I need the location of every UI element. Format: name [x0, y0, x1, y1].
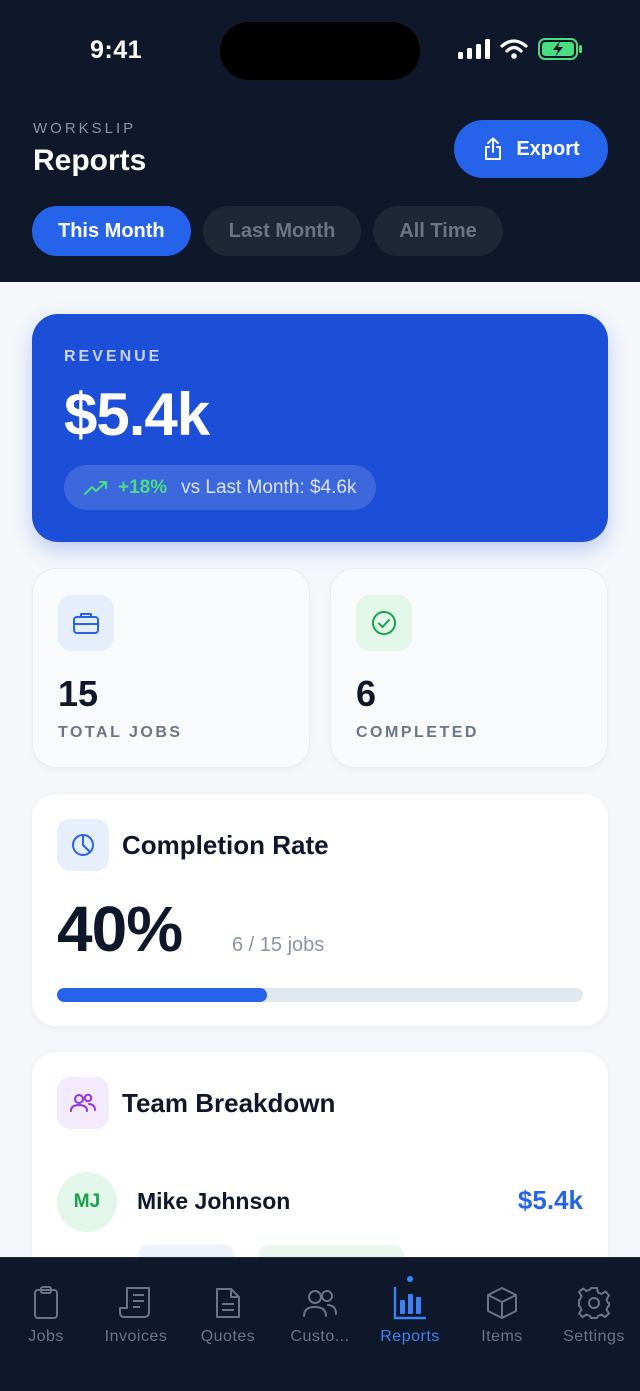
dynamic-island	[220, 22, 420, 80]
status-bar: 9:41	[0, 0, 640, 100]
revenue-change-badge: +18% vs Last Month: $4.6k	[64, 465, 377, 510]
tab-label: Quotes	[200, 1328, 256, 1345]
total-jobs-value: 15	[58, 673, 99, 714]
member-name: Mike Johnson	[137, 1188, 291, 1214]
completed-value: 6	[356, 673, 377, 714]
completed-card[interactable]: 6 COMPLETED	[330, 568, 608, 768]
completion-progress-fill	[57, 988, 268, 1002]
total-jobs-card[interactable]: 15 TOTAL JOBS	[32, 568, 310, 768]
tab-quotes[interactable]: Quotes	[182, 1286, 274, 1346]
status-time: 9:41	[90, 36, 143, 64]
period-filter: This Month Last Month All Time	[32, 206, 503, 256]
share-icon	[485, 137, 502, 160]
tab-label: Settings	[563, 1328, 625, 1345]
period-all-time[interactable]: All Time	[373, 206, 503, 256]
battery-icon	[538, 38, 582, 60]
completion-rate-title: Completion Rate	[122, 830, 329, 860]
pie-chart-icon	[57, 819, 109, 871]
active-tab-indicator	[407, 1276, 413, 1282]
completion-progress-bar	[57, 988, 583, 1002]
page-title: Reports	[33, 144, 147, 177]
tab-reports[interactable]: Reports	[364, 1276, 456, 1346]
customers-icon	[303, 1290, 337, 1317]
clipboard-icon	[34, 1286, 58, 1319]
team-breakdown-title: Team Breakdown	[122, 1088, 336, 1118]
header: 9:41 WORKSLIP Reports Export This Month …	[0, 0, 640, 282]
tab-label: Reports	[380, 1328, 440, 1345]
tab-label: Custo...	[290, 1328, 350, 1345]
signal-icon	[458, 39, 490, 59]
trending-up-icon	[84, 480, 107, 495]
document-icon	[216, 1288, 240, 1318]
status-icons	[458, 38, 584, 60]
revenue-compare: vs Last Month: $4.6k	[181, 476, 357, 498]
app-name: WORKSLIP	[33, 120, 137, 137]
check-circle-icon	[356, 595, 412, 651]
revenue-value: $5.4k	[64, 381, 210, 448]
team-member-row[interactable]: MJ Mike Johnson $5.4k	[57, 1172, 583, 1234]
period-this-month[interactable]: This Month	[32, 206, 191, 256]
revenue-label: REVENUE	[64, 348, 163, 365]
tab-customers[interactable]: Custo...	[274, 1286, 366, 1346]
wifi-icon	[500, 39, 528, 59]
tab-items[interactable]: Items	[456, 1286, 548, 1346]
avatar: MJ	[57, 1172, 117, 1232]
tab-invoices[interactable]: Invoices	[90, 1286, 182, 1346]
period-last-month[interactable]: Last Month	[202, 206, 362, 256]
briefcase-icon	[58, 595, 114, 651]
total-jobs-label: TOTAL JOBS	[58, 724, 183, 741]
gear-icon	[578, 1287, 610, 1319]
invoice-icon	[119, 1287, 150, 1318]
tab-label: Items	[481, 1328, 523, 1345]
completion-rate-card: Completion Rate 40% 6 / 15 jobs	[32, 794, 608, 1026]
tab-bar: Jobs Invoices Quotes Custo... Reports It…	[0, 1257, 640, 1391]
completion-rate-detail: 6 / 15 jobs	[232, 934, 325, 956]
tab-jobs[interactable]: Jobs	[0, 1286, 92, 1346]
bar-chart-icon	[393, 1286, 427, 1320]
tab-label: Jobs	[28, 1328, 64, 1345]
export-button[interactable]: Export	[454, 120, 608, 178]
member-amount: $5.4k	[517, 1185, 583, 1215]
revenue-card: REVENUE $5.4k +18% vs Last Month: $4.6k	[32, 314, 608, 542]
export-label: Export	[516, 137, 580, 160]
completed-label: COMPLETED	[356, 724, 479, 741]
tab-settings[interactable]: Settings	[548, 1286, 640, 1346]
completion-rate-value: 40%	[57, 893, 183, 965]
revenue-change-pct: +18%	[118, 476, 168, 498]
tab-label: Invoices	[104, 1328, 168, 1345]
users-icon	[57, 1077, 109, 1129]
box-icon	[487, 1287, 517, 1319]
